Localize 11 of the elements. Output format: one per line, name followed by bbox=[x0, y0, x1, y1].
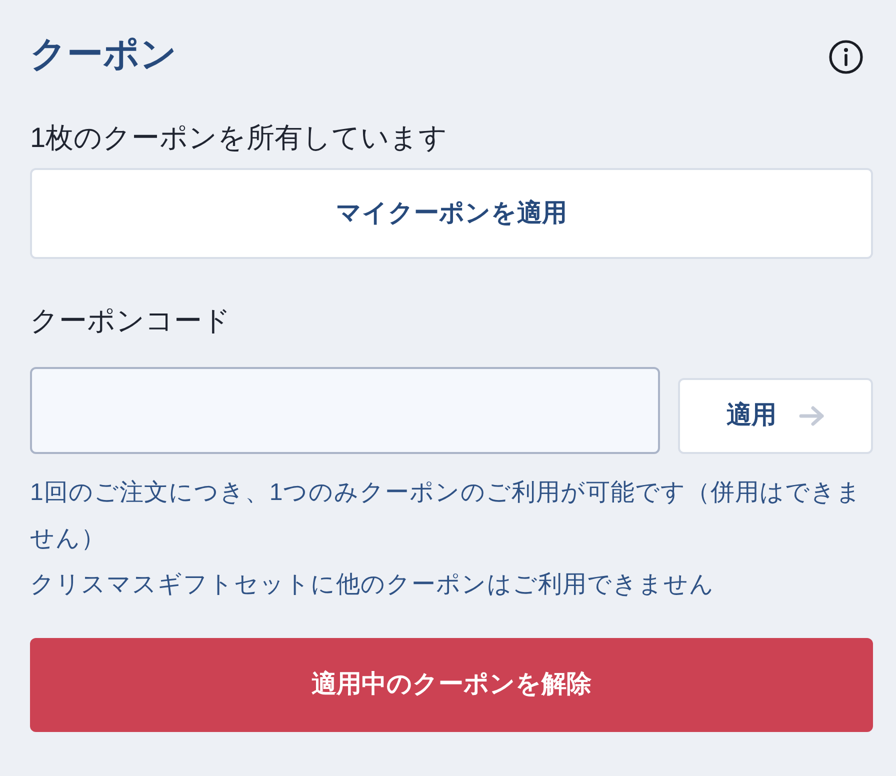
info-icon[interactable] bbox=[828, 39, 864, 75]
note-text: クリスマスギフトセットに他のクーポンはご利用できません bbox=[30, 570, 716, 600]
coupon-count-text: 1枚のクーポンを所有しています bbox=[30, 121, 449, 155]
apply-my-coupon-button[interactable]: マイクーポンを適用 bbox=[30, 168, 873, 259]
arrow-right-icon bbox=[798, 405, 824, 427]
section-title: クーポン bbox=[30, 32, 177, 76]
note-text: 1回のご注文につき、1つのみクーポンのご利用が可能です（併用はできません） bbox=[30, 478, 863, 554]
coupon-code-label: クーポンコード bbox=[30, 304, 232, 338]
apply-button[interactable]: 適用 bbox=[678, 378, 873, 454]
coupon-code-field[interactable] bbox=[30, 367, 660, 454]
remove-coupon-button[interactable]: 適用中のクーポンを解除 bbox=[30, 638, 873, 732]
